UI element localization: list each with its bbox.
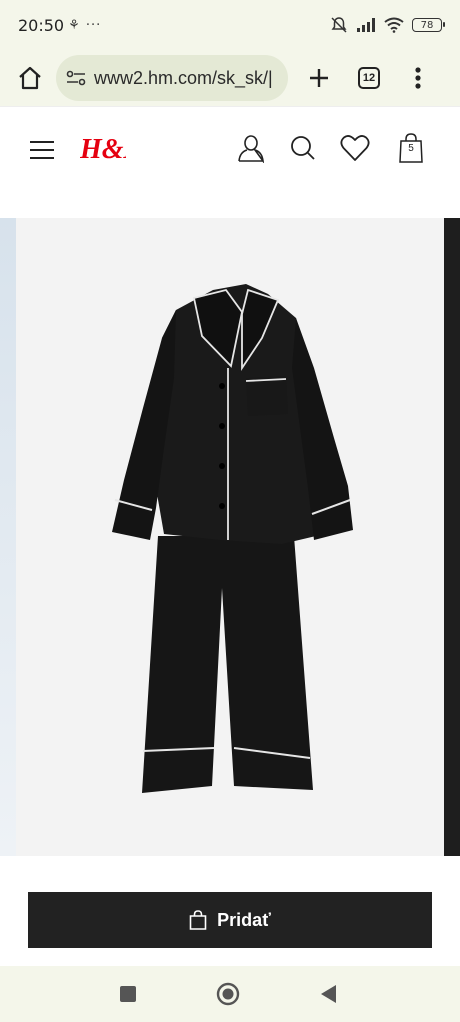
- browser-menu-button[interactable]: [408, 63, 428, 93]
- mute-icon: [331, 17, 347, 33]
- menu-icon[interactable]: [30, 141, 54, 159]
- product-image[interactable]: [16, 218, 444, 856]
- add-to-bag-button[interactable]: Pridať: [28, 892, 432, 948]
- tab-switcher-button[interactable]: 12: [358, 67, 380, 89]
- account-icon: [238, 135, 265, 163]
- battery-icon: 78: [412, 18, 445, 32]
- recent-apps-button[interactable]: [116, 982, 140, 1006]
- wifi-icon: [384, 17, 404, 33]
- status-bar: 20:50 ⚘ ··· 78: [0, 0, 460, 50]
- hm-logo[interactable]: H&M: [80, 131, 126, 165]
- product-gallery[interactable]: [0, 218, 460, 856]
- back-triangle-icon: [321, 985, 336, 1003]
- add-to-bag-label: Pridať: [217, 909, 271, 930]
- home-button[interactable]: [12, 60, 48, 96]
- url-text[interactable]: www2.hm.com/sk_sk/|: [94, 68, 273, 89]
- notification-icons: ⚘ ···: [68, 17, 102, 33]
- favorites-button[interactable]: [340, 133, 370, 163]
- pyjama-illustration: [112, 284, 353, 793]
- system-nav-bar: [0, 966, 460, 1022]
- square-icon: [120, 986, 136, 1002]
- previous-image-peek[interactable]: [0, 218, 16, 856]
- back-button[interactable]: [316, 982, 340, 1006]
- plus-icon: [310, 69, 328, 87]
- logo-text: H&M: [80, 134, 126, 165]
- heart-icon: [340, 135, 370, 161]
- shopping-bag-button[interactable]: 5: [396, 133, 426, 163]
- site-settings-icon[interactable]: [66, 70, 86, 86]
- bag-count: 5: [408, 143, 414, 154]
- new-tab-button[interactable]: [304, 63, 334, 93]
- bag-icon: [189, 910, 207, 930]
- next-image-peek[interactable]: [444, 218, 460, 856]
- browser-toolbar: www2.hm.com/sk_sk/| 12: [0, 50, 460, 106]
- site-header: H&M 5: [0, 106, 460, 188]
- signal-icon: [357, 18, 375, 32]
- search-icon: [291, 136, 315, 160]
- home-icon: [19, 66, 41, 90]
- status-time: 20:50: [18, 15, 65, 35]
- circle-icon: [216, 982, 240, 1006]
- status-right: 78: [330, 16, 445, 34]
- account-button[interactable]: [236, 133, 266, 163]
- address-bar[interactable]: www2.hm.com/sk_sk/|: [56, 55, 288, 101]
- home-nav-button[interactable]: [216, 982, 240, 1006]
- purchase-bar: Pridať: [0, 872, 460, 958]
- more-vert-icon: [415, 67, 421, 89]
- search-button[interactable]: [288, 133, 318, 163]
